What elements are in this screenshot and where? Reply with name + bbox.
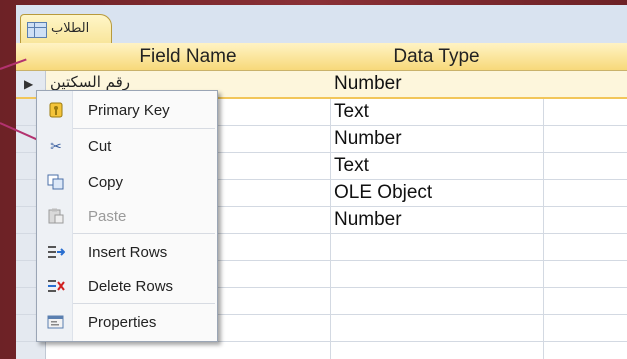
menu-item-insert-rows[interactable]: Insert Rows	[37, 235, 217, 269]
scissors-icon: ✂	[50, 138, 62, 154]
row-selector-header	[16, 43, 47, 71]
delete-rows-icon	[47, 278, 65, 294]
field-name-cell[interactable]: رقم السكتين	[50, 73, 130, 91]
menu-separator	[73, 303, 215, 304]
row-selector[interactable]	[16, 342, 46, 359]
column-header-field-name[interactable]: Field Name	[46, 43, 331, 71]
data-type-cell[interactable]: OLE Object	[334, 182, 432, 204]
document-tabstrip: الطلاب	[16, 5, 627, 44]
column-header-data-type[interactable]: Data Type	[330, 43, 544, 71]
data-type-cell[interactable]: Text	[334, 101, 369, 123]
menu-item-label: Insert Rows	[88, 244, 168, 261]
tab-label: الطلاب	[51, 21, 90, 36]
menu-item-label: Primary Key	[88, 102, 170, 119]
properties-icon	[47, 314, 65, 330]
menu-separator	[73, 233, 215, 234]
menu-item-copy[interactable]: Copy	[37, 165, 217, 199]
data-type-cell[interactable]: Number	[334, 128, 402, 150]
menu-item-cut[interactable]: ✂ Cut	[37, 129, 217, 163]
data-type-cell[interactable]: Number	[334, 209, 402, 231]
menu-item-delete-rows[interactable]: Delete Rows	[37, 269, 217, 303]
menu-item-primary-key[interactable]: Primary Key	[37, 93, 217, 127]
menu-item-label: Delete Rows	[88, 278, 174, 295]
copy-icon	[47, 174, 65, 190]
key-icon	[47, 102, 65, 118]
menu-item-paste[interactable]: Paste	[37, 199, 217, 233]
tab-students[interactable]: الطلاب	[20, 14, 112, 44]
table-row[interactable]	[16, 342, 627, 359]
table-icon	[27, 22, 47, 38]
insert-rows-icon	[47, 244, 66, 260]
context-menu: Primary Key ✂ Cut Copy Paste Insert Rows…	[36, 90, 218, 342]
paste-icon	[47, 208, 65, 224]
menu-item-label: Paste	[88, 208, 127, 225]
menu-item-label: Properties	[88, 314, 157, 331]
current-row-arrow-icon: ▶	[24, 77, 34, 91]
data-type-cell[interactable]: Text	[334, 155, 369, 177]
menu-item-label: Cut	[88, 138, 112, 155]
menu-item-label: Copy	[88, 174, 124, 191]
menu-item-properties[interactable]: Properties	[37, 305, 217, 339]
column-header-description[interactable]	[543, 43, 627, 71]
data-type-cell[interactable]: Number	[334, 73, 402, 95]
